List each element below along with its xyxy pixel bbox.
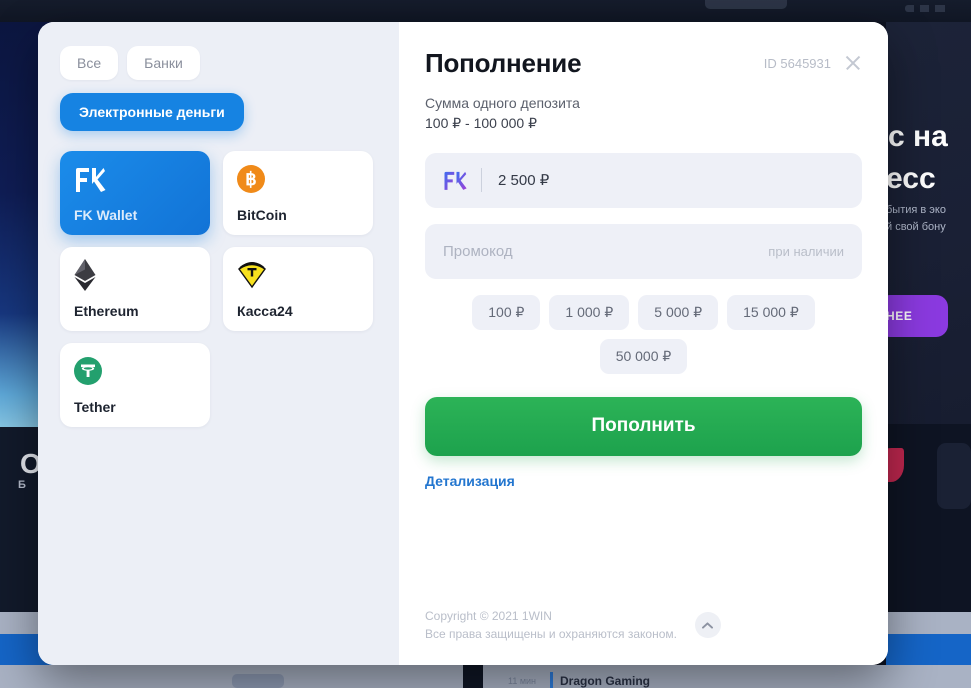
background-right-strip-blue (886, 634, 971, 665)
background-bottom-provider: Dragon Gaming (560, 674, 651, 688)
promocode-input[interactable]: Промокод при наличии (425, 223, 862, 279)
modal-footer: Copyright © 2021 1WIN Все права защищены… (425, 607, 721, 643)
filter-tab-banks[interactable]: Банки (127, 46, 200, 80)
filter-tab-emoney[interactable]: Электронные деньги (60, 93, 244, 131)
payment-method-label: Ethereum (74, 303, 139, 319)
ethereum-icon (74, 259, 196, 291)
payment-methods-panel: Все Банки Электронные деньги FK Wallet ฿… (38, 22, 399, 665)
payment-method-kassa24[interactable]: Касса24 (223, 247, 373, 331)
deposit-modal: Все Банки Электронные деньги FK Wallet ฿… (38, 22, 888, 665)
promocode-placeholder: Промокод (443, 242, 513, 260)
bitcoin-icon: ฿ (237, 163, 359, 195)
copyright-line-2: Все права защищены и охраняются законом. (425, 627, 677, 641)
amount-input[interactable]: 2 500 ₽ (425, 152, 862, 208)
background-right-headline-2: есс (886, 162, 936, 195)
background-bottom-bar (0, 665, 971, 688)
payment-category-filters: Все Банки (60, 46, 377, 80)
background-right-sub-1: бытия в эко (886, 204, 946, 216)
filter-tab-all[interactable]: Все (60, 46, 119, 80)
fk-wallet-icon (74, 163, 196, 195)
deposit-form-panel: Пополнение ID 5645931 Сумма одного депоз… (399, 22, 888, 665)
deposit-submit-button[interactable]: Пополнить (425, 396, 862, 456)
promocode-hint: при наличии (768, 243, 844, 259)
payment-method-label: BitCoin (237, 207, 287, 223)
account-id-label: ID 5645931 (763, 55, 831, 71)
payment-method-label: Касса24 (237, 303, 293, 319)
background-bottom-blue-marker (550, 672, 553, 688)
background-topbar (0, 0, 971, 22)
background-bottom-pill (232, 674, 284, 688)
background-right-tile (937, 443, 971, 509)
deposit-header: Пополнение ID 5645931 (425, 48, 862, 79)
quick-amount-5000[interactable]: 5 000 ₽ (638, 294, 719, 330)
deposit-limits-title: Сумма одного депозита (425, 95, 580, 111)
quick-amount-1000[interactable]: 1 000 ₽ (549, 294, 630, 330)
page-title: Пополнение (425, 48, 582, 78)
deposit-limits: Сумма одного депозита 100 ₽ - 100 000 ₽ (425, 93, 862, 134)
quick-amount-15000[interactable]: 15 000 ₽ (727, 294, 815, 330)
background-left-subline: Б (18, 479, 26, 491)
payment-method-label: Tether (74, 399, 116, 415)
payment-method-tether[interactable]: Tether (60, 343, 210, 427)
payment-method-fk-wallet[interactable]: FK Wallet (60, 151, 210, 235)
kassa24-icon (237, 259, 359, 291)
copyright-text: Copyright © 2021 1WIN Все права защищены… (425, 607, 677, 643)
quick-amount-100[interactable]: 100 ₽ (472, 294, 541, 330)
field-divider (481, 168, 482, 193)
payment-method-bitcoin[interactable]: ฿ BitCoin (223, 151, 373, 235)
background-bottom-time: 11 мин (508, 676, 537, 686)
fk-wallet-icon (443, 170, 467, 191)
background-topbar-dots (905, 5, 953, 12)
background-right-cta-button[interactable]: НЕЕ (878, 295, 948, 337)
details-link[interactable]: Детализация (425, 473, 515, 489)
background-bottom-dark-block (463, 665, 483, 688)
deposit-header-actions: ID 5645931 (764, 48, 862, 72)
payment-category-filters-row2: Электронные деньги (60, 93, 377, 131)
background-topbar-pill (705, 0, 787, 9)
chevron-up-icon[interactable] (694, 612, 721, 638)
copyright-line-1: Copyright © 2021 1WIN (425, 609, 552, 623)
payment-method-grid: FK Wallet ฿ BitCoin Ethereum Касса24 Tet… (60, 151, 377, 427)
payment-method-label: FK Wallet (74, 207, 138, 223)
deposit-limits-range: 100 ₽ - 100 000 ₽ (425, 115, 537, 132)
background-right-strip-top (886, 612, 971, 634)
amount-value: 2 500 ₽ (498, 172, 550, 190)
close-icon[interactable] (844, 54, 862, 72)
background-right-cta-label: НЕЕ (886, 309, 913, 323)
background-right-sub-2: й свой бону (886, 221, 946, 233)
payment-method-ethereum[interactable]: Ethereum (60, 247, 210, 331)
tether-icon (74, 355, 196, 387)
quick-amount-50000[interactable]: 50 000 ₽ (599, 338, 688, 374)
quick-amount-buttons: 100 ₽ 1 000 ₽ 5 000 ₽ 15 000 ₽ 50 000 ₽ (425, 294, 862, 374)
background-right-headline-1: с на (888, 120, 948, 153)
